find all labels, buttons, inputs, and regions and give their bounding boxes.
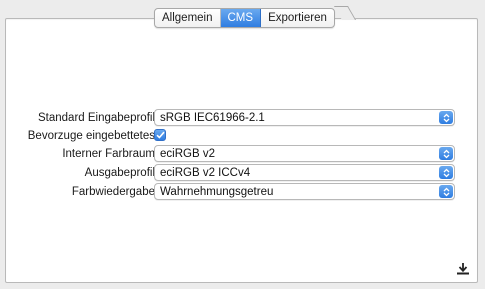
checkmark-icon [155, 131, 165, 139]
standard-input-profile-value: sRGB IEC61966-2.1 [160, 111, 265, 124]
prefer-embedded-checkbox[interactable] [154, 129, 166, 141]
updown-chevron-icon[interactable] [439, 185, 453, 198]
tab-cms[interactable]: CMS [220, 9, 262, 27]
tab-bar: Allgemein CMS Exportieren [154, 8, 335, 28]
row-standard-input-profile: Standard Eingabeprofil sRGB IEC61966-2.1 [0, 109, 485, 126]
output-profile-select[interactable]: eciRGB v2 ICCv4 [154, 164, 455, 181]
rendering-intent-label: Farbwiedergabe [71, 185, 155, 198]
tab-allgemein[interactable]: Allgemein [155, 9, 221, 27]
internal-color-space-select[interactable]: eciRGB v2 [154, 145, 455, 162]
rendering-intent-select[interactable]: Wahrnehmungsgetreu [154, 183, 455, 200]
internal-color-space-value: eciRGB v2 [160, 147, 215, 160]
updown-chevron-icon[interactable] [439, 147, 453, 160]
output-profile-label: Ausgabeprofil [84, 166, 155, 179]
download-icon[interactable] [455, 262, 471, 276]
row-prefer-embedded: Bevorzuge eingebettetes [0, 127, 485, 144]
row-rendering-intent: Farbwiedergabe Wahrnehmungsgetreu [0, 183, 485, 200]
updown-chevron-icon[interactable] [439, 111, 453, 124]
standard-input-profile-label: Standard Eingabeprofil [38, 111, 155, 124]
standard-input-profile-select[interactable]: sRGB IEC61966-2.1 [154, 109, 455, 126]
output-profile-value: eciRGB v2 ICCv4 [160, 166, 251, 179]
tab-exportieren[interactable]: Exportieren [261, 9, 334, 27]
updown-chevron-icon[interactable] [439, 166, 453, 179]
row-internal-color-space: Interner Farbraum eciRGB v2 [0, 145, 485, 162]
row-output-profile: Ausgabeprofil eciRGB v2 ICCv4 [0, 164, 485, 181]
internal-color-space-label: Interner Farbraum [62, 147, 155, 160]
rendering-intent-value: Wahrnehmungsgetreu [160, 185, 274, 198]
prefer-embedded-label: Bevorzuge eingebettetes [27, 129, 155, 142]
